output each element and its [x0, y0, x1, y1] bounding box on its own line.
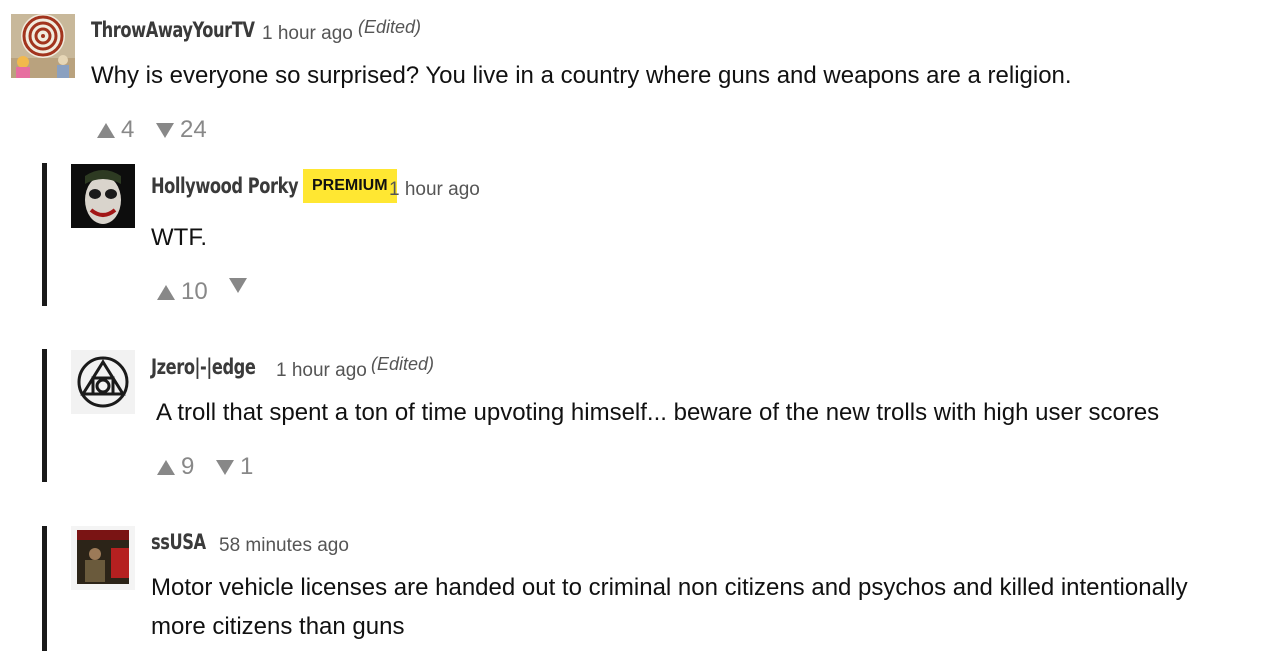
joker-avatar-icon: [71, 164, 135, 228]
photo-avatar-icon: [71, 526, 135, 590]
upvote-button[interactable]: 4: [97, 116, 134, 144]
comment-text-line-1: Motor vehicle licenses are handed out to…: [151, 574, 1188, 601]
downvote-count: 24: [180, 116, 207, 143]
downvote-button[interactable]: [229, 278, 253, 293]
comment-text: Why is everyone so surprised? You live i…: [91, 62, 1072, 89]
avatar[interactable]: [71, 526, 135, 590]
upvote-button[interactable]: 9: [157, 453, 194, 481]
upvote-icon: [157, 459, 175, 475]
author-name[interactable]: Jzero|-|edge: [151, 355, 256, 379]
downvote-icon: [229, 278, 247, 293]
author-name[interactable]: Hollywood Porky: [151, 174, 299, 198]
thread-indent-bar: [42, 163, 47, 306]
upvote-count: 4: [121, 116, 135, 143]
author-name[interactable]: ThrowAwayYourTV: [91, 18, 255, 42]
avatar[interactable]: [71, 164, 135, 228]
avatar[interactable]: [11, 14, 75, 78]
edited-label: (Edited): [358, 17, 422, 37]
alchemy-symbol-avatar-icon: [71, 350, 135, 414]
comment-text: WTF.: [151, 224, 207, 251]
thread-indent-bar: [42, 526, 47, 651]
premium-badge: PREMIUM: [303, 169, 397, 203]
downvote-count: 1: [240, 453, 254, 480]
avatar[interactable]: [71, 350, 135, 414]
spiral-avatar-icon: [11, 14, 75, 78]
comment-text: A troll that spent a ton of time upvotin…: [156, 399, 1160, 426]
timestamp[interactable]: 1 hour ago: [262, 23, 353, 45]
upvote-button[interactable]: 10: [157, 278, 208, 306]
thread-indent-bar: [42, 349, 47, 482]
timestamp[interactable]: 1 hour ago: [276, 360, 367, 382]
upvote-icon: [157, 284, 175, 300]
upvote-icon: [97, 122, 115, 138]
upvote-count: 10: [181, 278, 208, 305]
downvote-button[interactable]: 24: [156, 116, 207, 144]
timestamp[interactable]: 1 hour ago: [389, 179, 480, 201]
author-name[interactable]: ssUSA: [151, 530, 206, 554]
edited-label: (Edited): [371, 354, 435, 374]
upvote-count: 9: [181, 453, 195, 480]
downvote-icon: [216, 459, 234, 475]
downvote-icon: [156, 122, 174, 138]
comment-text-line-2: more citizens than guns: [151, 613, 405, 640]
timestamp[interactable]: 58 minutes ago: [219, 535, 349, 557]
downvote-button[interactable]: 1: [216, 453, 253, 481]
